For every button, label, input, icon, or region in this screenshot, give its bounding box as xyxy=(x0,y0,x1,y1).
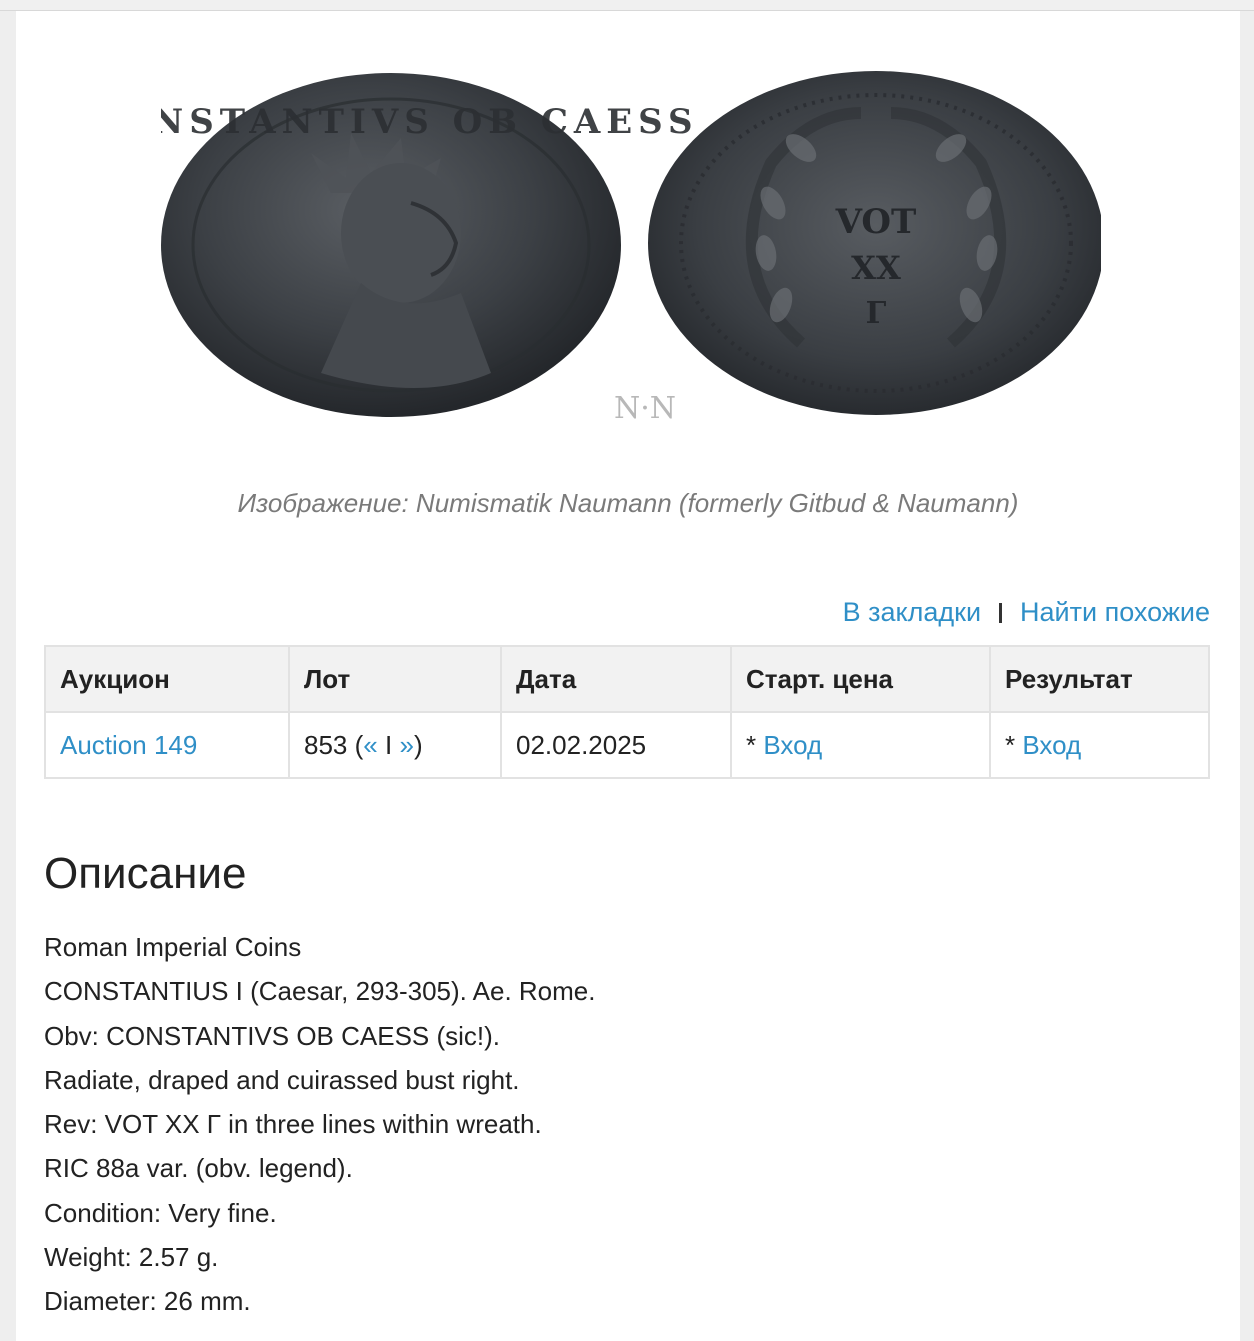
reverse-line-2: XX xyxy=(851,249,901,287)
auction-link[interactable]: Auction 149 xyxy=(60,730,197,760)
description-line: CONSTANTIUS I (Caesar, 293-305). Ae. Rom… xyxy=(44,976,596,1007)
cell-date: 02.02.2025 xyxy=(500,711,732,779)
header-lot: Лот xyxy=(288,645,502,713)
lot-actions: В закладки Найти похожие xyxy=(843,597,1210,628)
coin-image[interactable]: CONSTANTIVS OB CAESS xyxy=(161,43,1101,443)
start-price-prefix: * xyxy=(746,729,757,760)
description-title: Описание xyxy=(44,849,247,898)
header-auction: Аукцион xyxy=(44,645,290,713)
bookmark-link[interactable]: В закладки xyxy=(843,597,981,628)
cell-auction: Auction 149 xyxy=(44,711,290,779)
image-caption: Изображение: Numismatik Naumann (formerl… xyxy=(237,488,1019,518)
coin-obverse: CONSTANTIVS OB CAESS xyxy=(161,73,699,417)
header-result: Результат xyxy=(989,645,1210,713)
result-login-link[interactable]: Вход xyxy=(1022,730,1081,760)
description-line: Diameter: 26 mm. xyxy=(44,1286,251,1317)
description-line: Weight: 2.57 g. xyxy=(44,1242,219,1273)
lot-page: CONSTANTIVS OB CAESS xyxy=(16,11,1240,1341)
lot-table: Аукцион Лот Дата Старт. цена Результат A… xyxy=(44,645,1210,779)
find-similar-link[interactable]: Найти похожие xyxy=(1020,597,1210,628)
description-body: Roman Imperial Coins CONSTANTIUS I (Caes… xyxy=(44,925,595,1324)
reverse-line-1: VOT xyxy=(835,202,917,242)
table-row: Auction 149 853 (« I ») 02.02.2025 * Вхо… xyxy=(44,711,1210,779)
lot-nav-close: ) xyxy=(413,729,423,760)
browser-top-edge xyxy=(0,0,1254,11)
description-line: RIC 88a var. (obv. legend). xyxy=(44,1153,353,1184)
table-header-row: Аукцион Лот Дата Старт. цена Результат xyxy=(44,645,1210,713)
lot-nav-separator: I xyxy=(385,729,393,760)
cell-start-price: * Вход xyxy=(730,711,991,779)
prev-lot-link[interactable]: « xyxy=(363,730,377,760)
next-lot-link[interactable]: » xyxy=(399,730,413,760)
reverse-line-3: Г xyxy=(866,296,887,331)
image-watermark: N·N xyxy=(614,391,676,426)
header-date: Дата xyxy=(500,645,732,713)
result-prefix: * xyxy=(1005,729,1016,760)
description-line: Rev: VOT XX Г in three lines within wrea… xyxy=(44,1109,542,1140)
lot-number: 853 xyxy=(304,729,348,760)
lot-nav-open: ( xyxy=(354,729,364,760)
description-line: Condition: Very fine. xyxy=(44,1197,277,1228)
obverse-legend: CONSTANTIVS OB CAESS xyxy=(161,102,699,142)
description-line: Roman Imperial Coins xyxy=(44,932,302,962)
coin-reverse: VOT XX Г xyxy=(648,71,1101,415)
cell-result: * Вход xyxy=(989,711,1210,779)
description-line: Obv: CONSTANTIVS OB CAESS (sic!). xyxy=(44,1020,501,1051)
description-line: Radiate, draped and cuirassed bust right… xyxy=(44,1064,520,1095)
cell-lot: 853 (« I ») xyxy=(288,711,502,779)
header-start-price: Старт. цена xyxy=(730,645,991,713)
start-price-login-link[interactable]: Вход xyxy=(763,730,822,760)
actions-separator xyxy=(999,602,1003,623)
